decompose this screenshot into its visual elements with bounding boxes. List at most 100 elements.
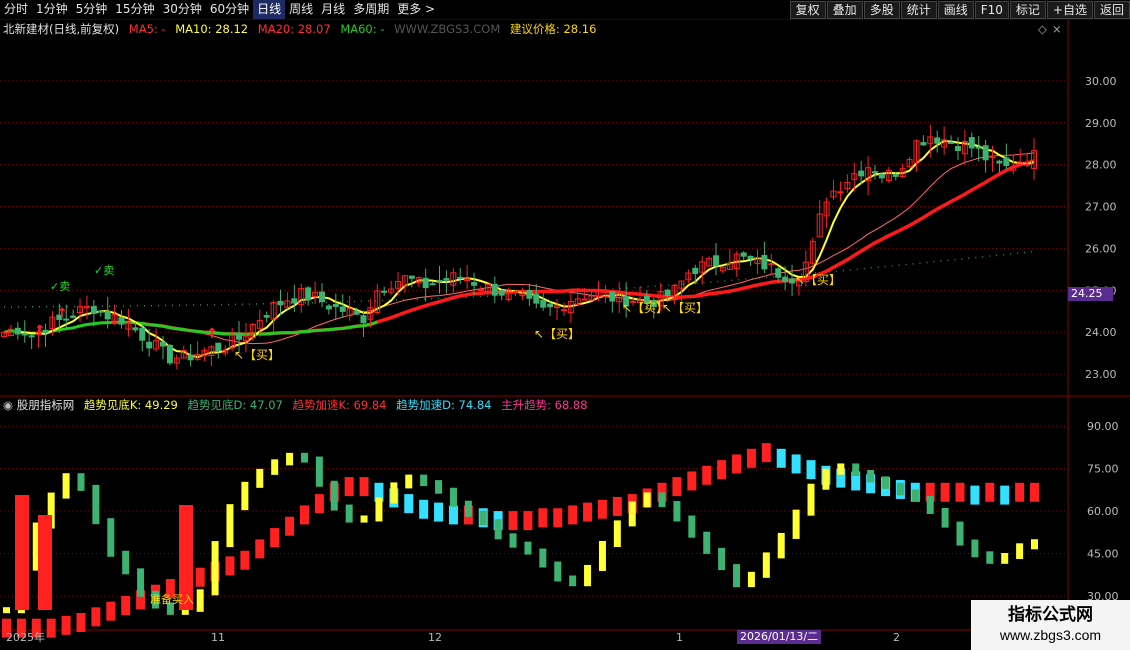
trend-bottom-k: 趋势见底K: 49.29 bbox=[83, 398, 178, 412]
tab-1min[interactable]: 1分钟 bbox=[32, 0, 72, 19]
tab-weekly[interactable]: 周线 bbox=[285, 0, 317, 19]
ma5-value: MA5: - bbox=[128, 22, 166, 36]
candle-body bbox=[692, 267, 699, 275]
candle-body bbox=[526, 289, 533, 299]
bottom-bar bbox=[286, 452, 294, 466]
osc-tick-label: 90.00 bbox=[1087, 420, 1119, 433]
bottom-bar bbox=[211, 541, 219, 596]
watermark-url: www.zbgs3.com bbox=[999, 627, 1102, 643]
candle-body bbox=[471, 282, 478, 286]
candle-body bbox=[892, 173, 899, 177]
multi-stock-button[interactable]: 多股 bbox=[863, 1, 900, 19]
trend-accel-k: 趋势加速K: 69.84 bbox=[292, 398, 387, 412]
candle-body bbox=[97, 310, 104, 313]
candle-body bbox=[1024, 163, 1031, 166]
tab-more[interactable]: 更多 > bbox=[393, 0, 439, 19]
bottom-bar bbox=[360, 515, 368, 523]
bottom-bar bbox=[1016, 543, 1024, 560]
tab-monthly[interactable]: 月线 bbox=[317, 0, 349, 19]
accel-bar bbox=[299, 505, 309, 525]
close-icon[interactable]: × bbox=[1052, 22, 1062, 36]
buy-signal-label: ↖【买】 bbox=[234, 348, 280, 362]
candle-body bbox=[139, 327, 146, 341]
bottom-bar bbox=[539, 548, 547, 568]
bottom-bar bbox=[882, 476, 890, 489]
candle-body bbox=[166, 344, 173, 364]
candle-body bbox=[954, 146, 961, 152]
price-tick-label: 28.00 bbox=[1085, 159, 1117, 172]
bottom-bar bbox=[315, 456, 323, 487]
candle-body bbox=[381, 290, 388, 293]
candle-body bbox=[920, 142, 927, 146]
accel-bar bbox=[702, 465, 712, 485]
overlay-button[interactable]: 叠加 bbox=[826, 1, 863, 19]
dropdown-circle-icon[interactable]: ◉ bbox=[3, 398, 13, 412]
tab-multi-period[interactable]: 多周期 bbox=[349, 0, 393, 19]
bottom-bar bbox=[1031, 539, 1038, 550]
buy-signal-label: ↖【买】 bbox=[534, 327, 580, 341]
candle-body bbox=[581, 298, 588, 301]
candle-body bbox=[491, 283, 498, 296]
signal-bar bbox=[38, 515, 52, 610]
bottom-bar bbox=[256, 468, 264, 488]
accel-bar bbox=[1015, 482, 1025, 502]
kline-chart-area[interactable]: 23.0024.0025.0026.0027.0028.0029.0030.00… bbox=[0, 20, 1130, 650]
candle-body bbox=[747, 255, 754, 260]
bottom-bar bbox=[852, 463, 860, 476]
candle-body bbox=[547, 303, 554, 308]
back-button[interactable]: 返回 bbox=[1093, 1, 1130, 19]
tab-5min[interactable]: 5分钟 bbox=[72, 0, 112, 19]
accel-bar bbox=[1000, 485, 1010, 505]
draw-line-button[interactable]: 画线 bbox=[937, 1, 974, 19]
sub-indicator-header: ◉ 股朋指标网 趋势见底K: 49.29 趋势见底D: 47.07 趋势加速K:… bbox=[3, 398, 588, 412]
tab-15min[interactable]: 15分钟 bbox=[111, 0, 158, 19]
candle-body bbox=[277, 300, 284, 306]
mark-button[interactable]: 标记 bbox=[1009, 1, 1046, 19]
accel-bar bbox=[687, 471, 697, 491]
date-label-jan: 1 bbox=[676, 631, 683, 644]
candle-body bbox=[146, 341, 153, 349]
candle-body bbox=[761, 255, 768, 270]
statistics-button[interactable]: 统计 bbox=[900, 1, 937, 19]
stock-title[interactable]: 北新建材(日线,前复权) bbox=[3, 22, 119, 36]
signal-bar bbox=[15, 495, 29, 610]
candle-body bbox=[713, 255, 720, 267]
candle-body bbox=[70, 315, 77, 318]
osc-tick-label: 45.00 bbox=[1087, 548, 1119, 561]
candle-body bbox=[353, 310, 360, 315]
f10-button[interactable]: F10 bbox=[974, 1, 1009, 19]
price-axis: 23.0024.0025.0026.0027.0028.0029.0030.00… bbox=[1085, 75, 1119, 603]
osc-tick-label: 75.00 bbox=[1087, 463, 1119, 476]
diamond-icon[interactable]: ◇ bbox=[1038, 22, 1047, 36]
trend-bottom-d: 趋势见底D: 47.07 bbox=[187, 398, 283, 412]
trend-accel-d: 趋势加速D: 74.84 bbox=[396, 398, 492, 412]
candle-body bbox=[236, 333, 243, 340]
ma10-value: MA10: 28.12 bbox=[175, 22, 249, 36]
bottom-bar bbox=[643, 492, 651, 508]
bottom-bar bbox=[837, 463, 845, 475]
bottom-bar bbox=[62, 473, 70, 499]
add-watchlist-button[interactable]: +自选 bbox=[1046, 1, 1093, 19]
candle-body bbox=[422, 277, 429, 289]
tab-60min[interactable]: 60分钟 bbox=[206, 0, 253, 19]
indicator-name[interactable]: 股朋指标网 bbox=[17, 398, 75, 412]
accel-bar bbox=[583, 502, 593, 522]
tab-daily[interactable]: 日线 bbox=[253, 0, 286, 19]
restore-rights-button[interactable]: 复权 bbox=[789, 1, 826, 19]
candle-body bbox=[775, 268, 782, 278]
tab-30min[interactable]: 30分钟 bbox=[159, 0, 206, 19]
accel-bar bbox=[597, 499, 607, 519]
accel-bar bbox=[746, 448, 756, 468]
bottom-bar bbox=[628, 501, 636, 527]
bottom-bar bbox=[494, 519, 502, 540]
price-tick-label: 23.00 bbox=[1085, 368, 1117, 381]
tab-intraday[interactable]: 分时 bbox=[0, 0, 32, 19]
bottom-bar bbox=[196, 589, 204, 612]
candle-body bbox=[215, 342, 222, 352]
candle-body bbox=[1003, 157, 1010, 167]
up-arrow-icon: ↑ bbox=[56, 306, 68, 322]
date-label-dec: 12 bbox=[428, 631, 442, 644]
candle-body bbox=[996, 160, 1003, 164]
bottom-bar bbox=[777, 532, 785, 559]
bottom-bar bbox=[896, 482, 904, 496]
